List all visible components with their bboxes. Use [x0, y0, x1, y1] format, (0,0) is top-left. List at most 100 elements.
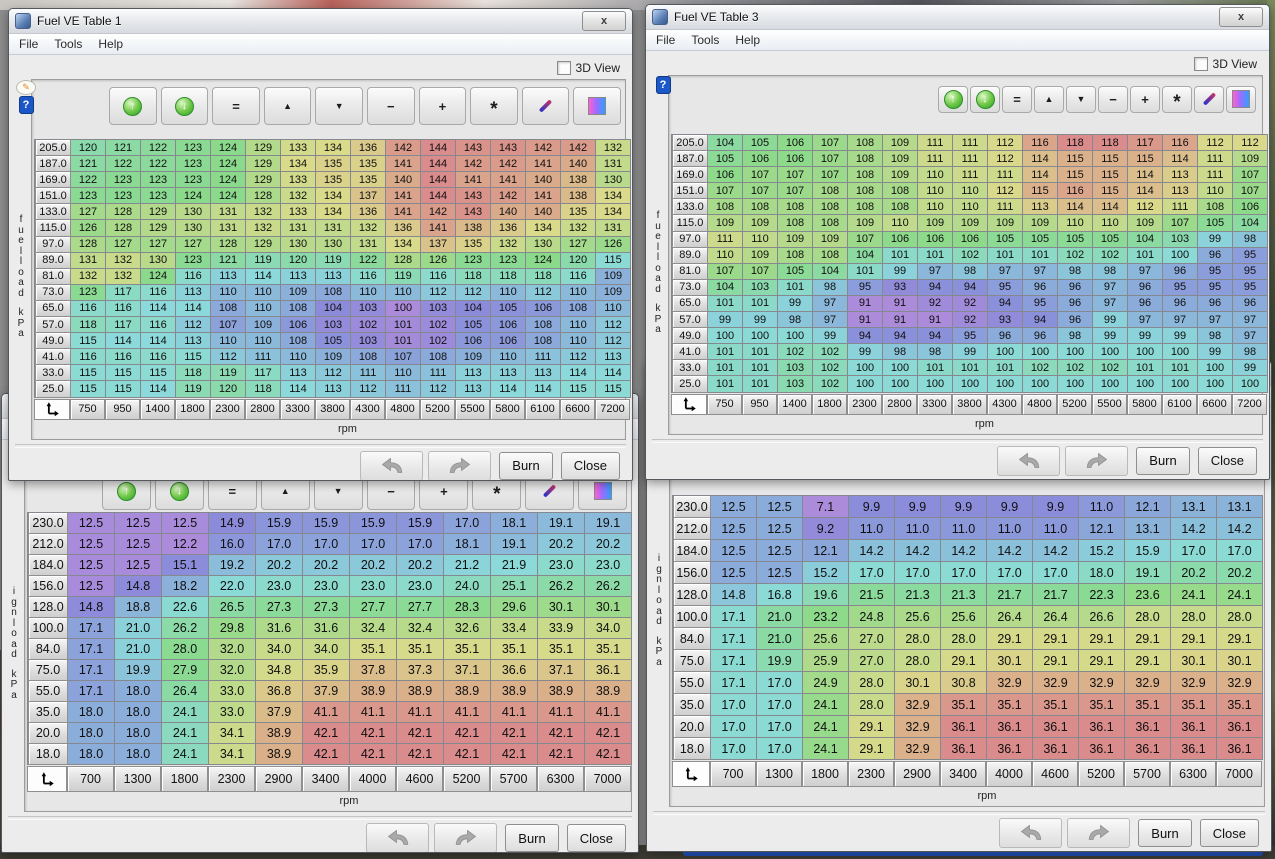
- table-cell[interactable]: 112: [1233, 135, 1268, 151]
- table-cell[interactable]: 30.1: [987, 650, 1033, 672]
- table-cell[interactable]: 132: [71, 269, 106, 285]
- table-cell[interactable]: 111: [526, 349, 561, 365]
- menu-file[interactable]: File: [656, 33, 675, 47]
- table-cell[interactable]: 28.0: [941, 628, 987, 650]
- rpm-column-header[interactable]: 4000: [986, 761, 1032, 787]
- redo-button[interactable]: [428, 451, 491, 481]
- table-cell[interactable]: 123: [71, 188, 106, 204]
- table-cell[interactable]: 100: [1023, 344, 1058, 360]
- table-cell[interactable]: 17.1: [711, 672, 757, 694]
- table-cell[interactable]: 42.1: [538, 723, 585, 744]
- table-cell[interactable]: 142: [456, 156, 491, 172]
- table-cell[interactable]: 129: [246, 156, 281, 172]
- table-cell[interactable]: 18.8: [115, 597, 162, 618]
- table-cell[interactable]: 35.1: [444, 639, 491, 660]
- row-header[interactable]: 49.0: [35, 333, 71, 349]
- table-cell[interactable]: 96: [1058, 280, 1093, 296]
- table-cell[interactable]: 20.2: [350, 555, 397, 576]
- table-cell[interactable]: 114: [106, 333, 141, 349]
- table-cell[interactable]: 24.1: [1171, 584, 1217, 606]
- table-cell[interactable]: 94: [918, 328, 953, 344]
- row-header[interactable]: 65.0: [672, 296, 708, 312]
- table-cell[interactable]: 16.0: [209, 534, 256, 555]
- table-cell[interactable]: 99: [1163, 328, 1198, 344]
- table-cell[interactable]: 100: [1198, 360, 1233, 376]
- redo-button[interactable]: [1067, 818, 1130, 848]
- table-cell[interactable]: 103: [743, 280, 778, 296]
- table-cell[interactable]: 143: [456, 204, 491, 220]
- table-cell[interactable]: 120: [561, 253, 596, 269]
- table-cell[interactable]: 134: [386, 237, 421, 253]
- table-cell[interactable]: 97: [813, 312, 848, 328]
- row-header[interactable]: 84.0: [28, 639, 68, 660]
- table-cell[interactable]: 97: [1023, 264, 1058, 280]
- table-cell[interactable]: 102: [1093, 360, 1128, 376]
- table-cell[interactable]: 100: [1023, 376, 1058, 392]
- table-cell[interactable]: 134: [526, 220, 561, 236]
- rpm-column-header[interactable]: 2900: [255, 766, 302, 792]
- table-cell[interactable]: 122: [141, 156, 176, 172]
- table-cell[interactable]: 17.0: [987, 562, 1033, 584]
- table-cell[interactable]: 130: [176, 220, 211, 236]
- table-cell[interactable]: 107: [743, 183, 778, 199]
- table-cell[interactable]: 27.7: [350, 597, 397, 618]
- table-cell[interactable]: 19.9: [115, 660, 162, 681]
- table-cell[interactable]: 21.2: [444, 555, 491, 576]
- table-cell[interactable]: 17.1: [711, 650, 757, 672]
- table-cell[interactable]: 17.0: [941, 562, 987, 584]
- toolbar-pencil-icon[interactable]: [522, 87, 570, 125]
- table-cell[interactable]: 114: [141, 301, 176, 317]
- row-header[interactable]: 169.0: [672, 167, 708, 183]
- table-cell[interactable]: 130: [526, 237, 561, 253]
- table-cell[interactable]: 17.0: [303, 534, 350, 555]
- table-cell[interactable]: 100: [953, 376, 988, 392]
- redo-button[interactable]: [434, 823, 497, 853]
- table-cell[interactable]: 112: [526, 285, 561, 301]
- table-cell[interactable]: 113: [1023, 199, 1058, 215]
- table-cell[interactable]: 137: [351, 188, 386, 204]
- table-cell[interactable]: 128: [211, 237, 246, 253]
- table-cell[interactable]: 36.1: [585, 660, 632, 681]
- table-cell[interactable]: 131: [281, 220, 316, 236]
- table-cell[interactable]: 98: [1093, 264, 1128, 280]
- table-cell[interactable]: 112: [351, 381, 386, 397]
- table-cell[interactable]: 109: [1023, 215, 1058, 231]
- table-cell[interactable]: 94: [918, 280, 953, 296]
- table-cell[interactable]: 97: [1093, 296, 1128, 312]
- table-cell[interactable]: 33.0: [209, 681, 256, 702]
- close-table-button[interactable]: Close: [561, 452, 620, 480]
- table-cell[interactable]: 110: [743, 232, 778, 248]
- table-cell[interactable]: 132: [106, 269, 141, 285]
- table-cell[interactable]: 101: [386, 333, 421, 349]
- table-cell[interactable]: 91: [883, 296, 918, 312]
- table-cell[interactable]: 104: [1128, 232, 1163, 248]
- table-cell[interactable]: 24.1: [162, 702, 209, 723]
- table-cell[interactable]: 96: [1128, 280, 1163, 296]
- table-cell[interactable]: 20.2: [397, 555, 444, 576]
- table-cell[interactable]: 17.0: [757, 738, 803, 760]
- row-header[interactable]: 205.0: [35, 140, 71, 156]
- table-cell[interactable]: 129: [141, 220, 176, 236]
- table-cell[interactable]: 121: [106, 140, 141, 156]
- table-cell[interactable]: 32.9: [895, 716, 941, 738]
- table-cell[interactable]: 94: [1023, 312, 1058, 328]
- table-cell[interactable]: 108: [211, 301, 246, 317]
- table-cell[interactable]: 101: [1023, 248, 1058, 264]
- table-cell[interactable]: 127: [176, 237, 211, 253]
- table-cell[interactable]: 100: [1163, 376, 1198, 392]
- table-cell[interactable]: 28.3: [444, 597, 491, 618]
- table-cell[interactable]: 32.4: [350, 618, 397, 639]
- table-cell[interactable]: 29.1: [849, 738, 895, 760]
- table-cell[interactable]: 99: [848, 344, 883, 360]
- table-cell[interactable]: 36.1: [941, 716, 987, 738]
- table-cell[interactable]: 107: [708, 183, 743, 199]
- table-cell[interactable]: 115: [141, 365, 176, 381]
- note-icon[interactable]: ✎: [16, 80, 36, 95]
- table-cell[interactable]: 111: [953, 151, 988, 167]
- 3d-view-checkbox[interactable]: [557, 61, 571, 75]
- table-cell[interactable]: 30.1: [538, 597, 585, 618]
- rpm-column-header[interactable]: 2300: [847, 394, 882, 415]
- table-cell[interactable]: 26.6: [1079, 606, 1125, 628]
- table-cell[interactable]: 11.0: [987, 518, 1033, 540]
- table-cell[interactable]: 117: [106, 285, 141, 301]
